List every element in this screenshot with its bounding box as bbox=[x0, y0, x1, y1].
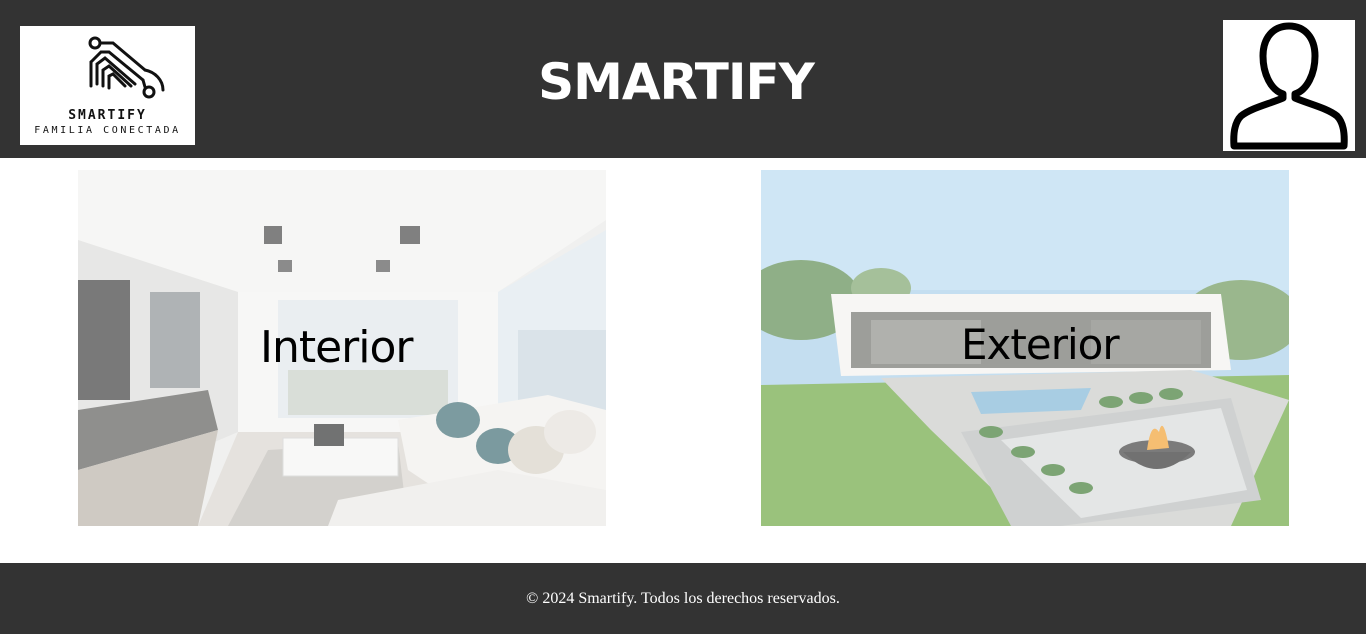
logo-title: SMARTIFY bbox=[68, 108, 147, 123]
site-footer: © 2024 Smartify. Todos los derechos rese… bbox=[0, 563, 1366, 634]
user-profile-icon bbox=[1230, 22, 1348, 150]
site-title: SMARTIFY bbox=[538, 53, 815, 111]
smart-home-circuit-icon bbox=[88, 36, 165, 99]
copyright-text: © 2024 Smartify. Todos los derechos rese… bbox=[526, 590, 840, 607]
interior-label: Interior bbox=[260, 322, 414, 373]
profile-button[interactable] bbox=[1223, 20, 1355, 151]
exterior-label: Exterior bbox=[961, 320, 1120, 369]
logo-subtitle: FAMILIA CONECTADA bbox=[34, 125, 181, 136]
logo[interactable]: SMARTIFY FAMILIA CONECTADA bbox=[20, 26, 195, 145]
site-header: SMARTIFY FAMILIA CONECTADA SMARTIFY bbox=[0, 0, 1366, 158]
exterior-card[interactable]: Exterior bbox=[761, 170, 1289, 526]
interior-card[interactable]: Interior bbox=[78, 170, 606, 526]
